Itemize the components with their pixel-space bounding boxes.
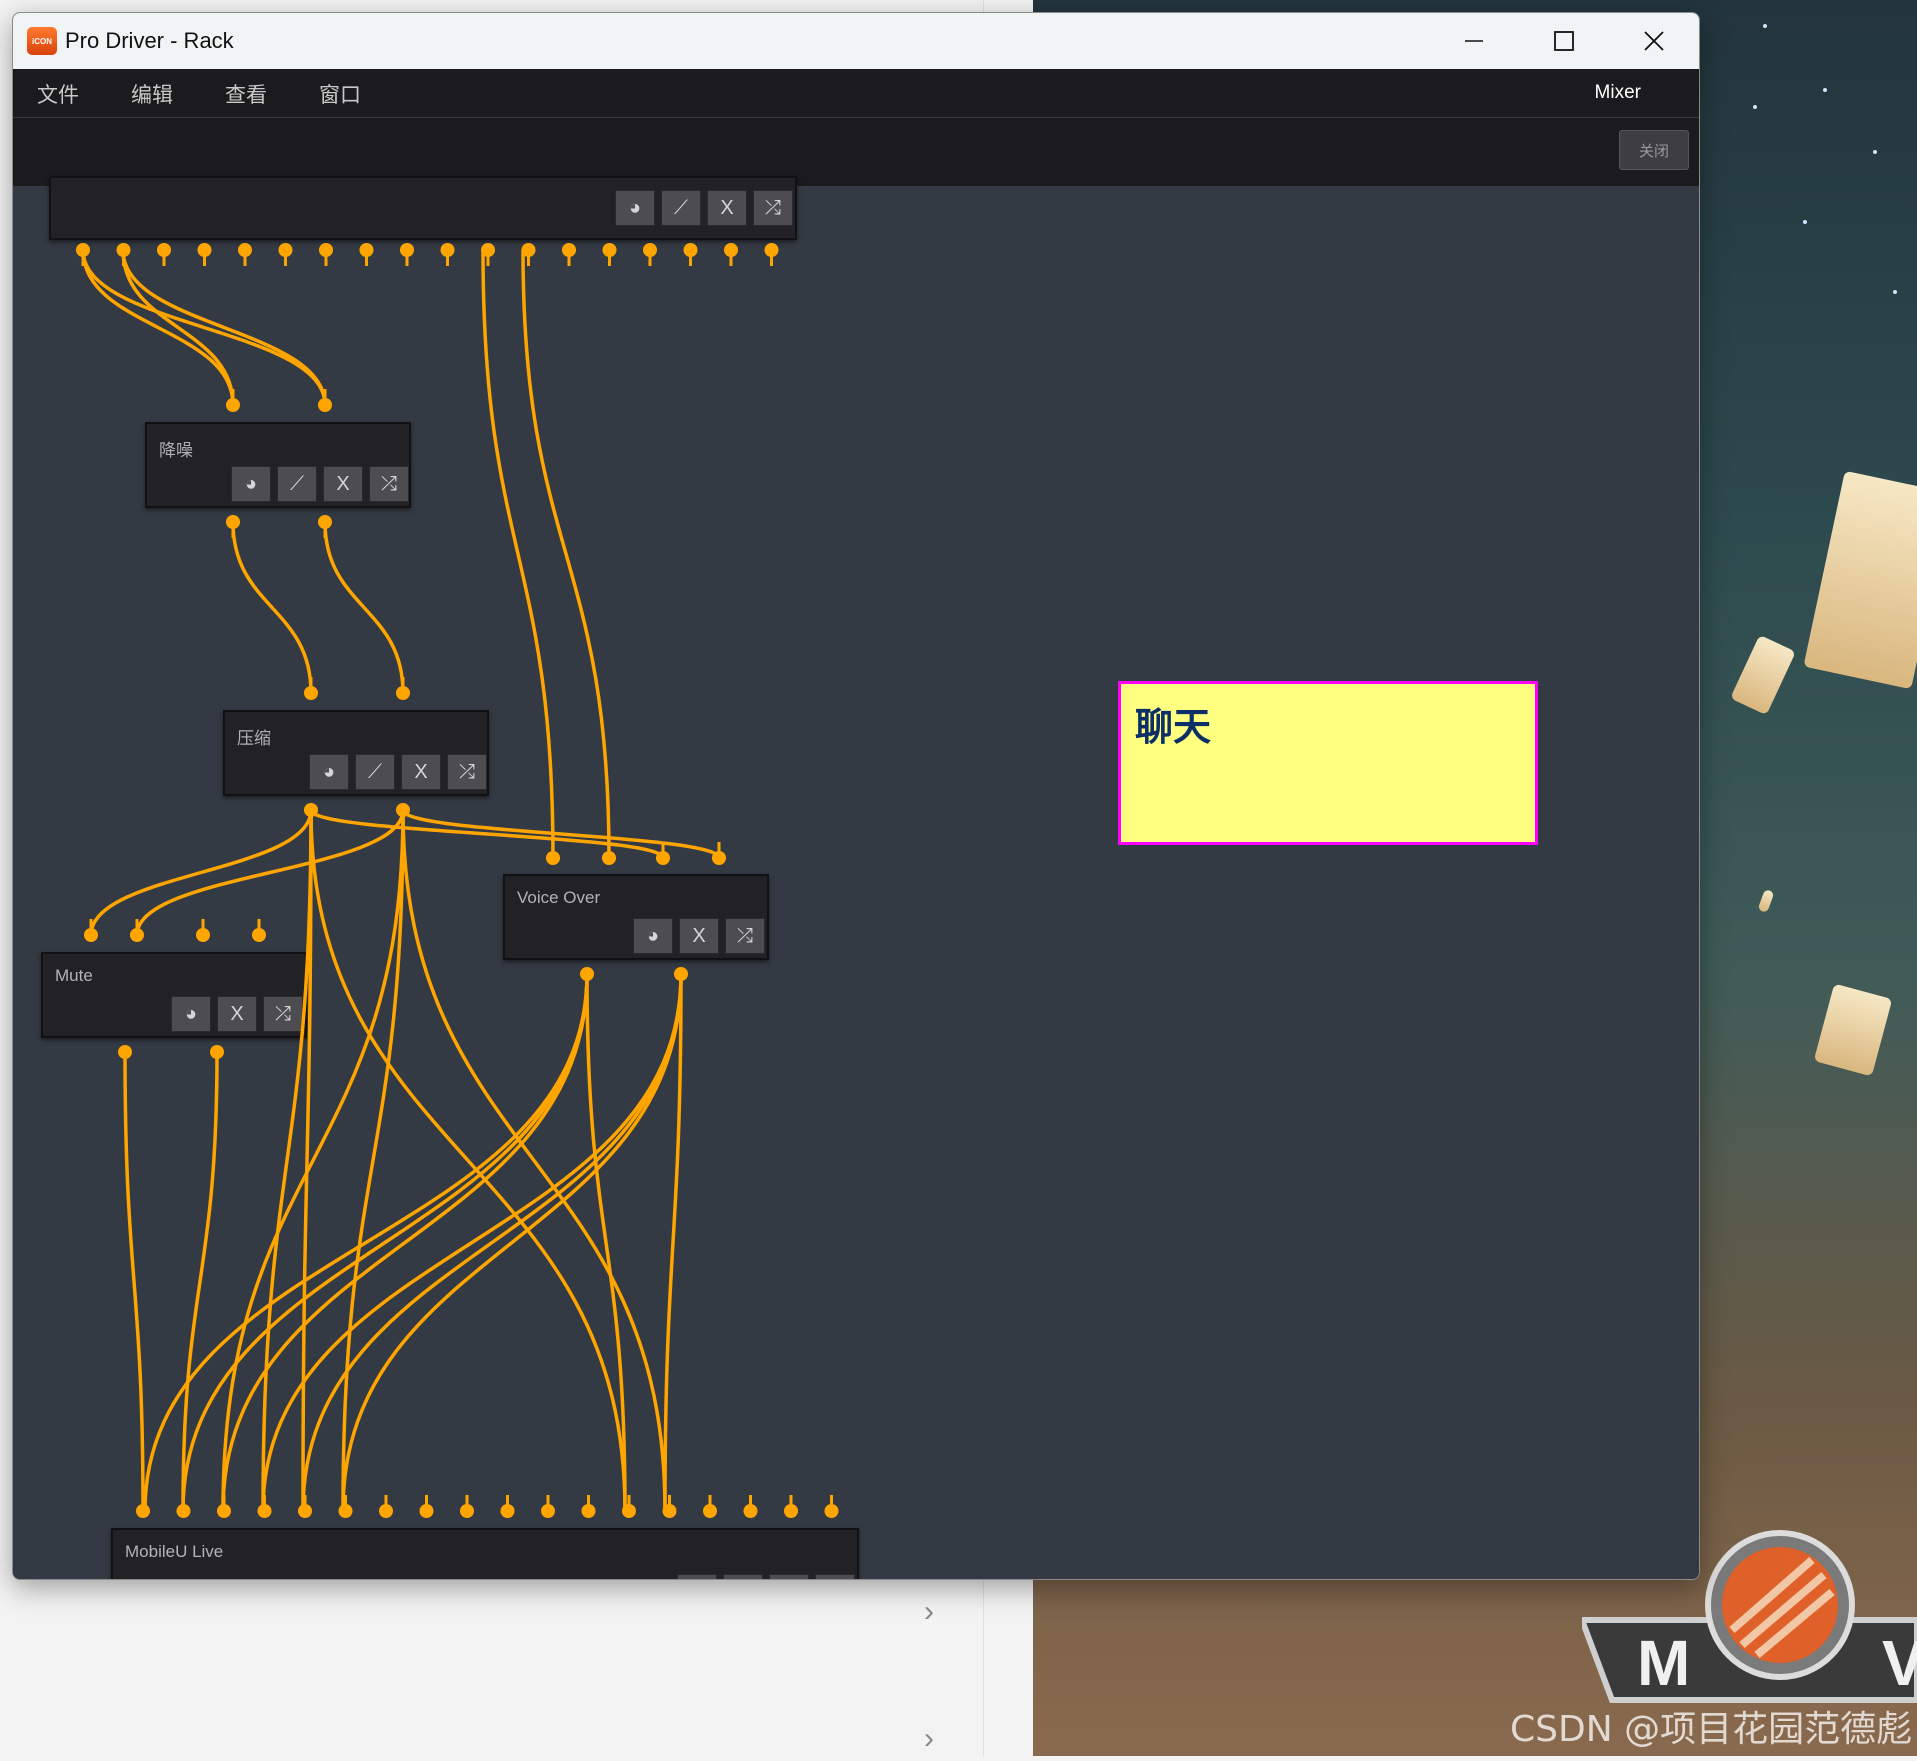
menu-window[interactable]: 窗口 [319, 79, 361, 109]
port-jack[interactable] [304, 677, 318, 700]
pro-driver-rack-window: iCON Pro Driver - Rack 文件 编辑 查看 窗口 Mixer… [12, 12, 1700, 1580]
port-jack[interactable] [116, 243, 131, 266]
minimize-button[interactable] [1429, 13, 1519, 69]
port-jack[interactable] [724, 243, 738, 266]
audio-cable[interactable] [309, 809, 627, 1512]
chat-note-title: 聊天 [1135, 705, 1212, 749]
port-jack[interactable] [500, 1495, 515, 1518]
audio-cable[interactable] [221, 809, 405, 1512]
maximize-button[interactable] [1519, 13, 1609, 69]
port-jack[interactable] [359, 243, 374, 266]
port-jack[interactable] [176, 1495, 191, 1518]
port-jack[interactable] [581, 1495, 596, 1518]
port-jack[interactable] [278, 243, 293, 266]
port-jack[interactable] [157, 243, 171, 266]
port-jack[interactable] [460, 1495, 474, 1518]
port-jack[interactable] [252, 919, 266, 942]
port-jack[interactable] [217, 1495, 231, 1518]
lantern-image [1813, 983, 1893, 1077]
lantern-image [1803, 470, 1917, 690]
audio-cable[interactable] [341, 973, 683, 1512]
audio-cable[interactable] [123, 1051, 145, 1512]
audio-cable[interactable] [521, 249, 611, 859]
port-jack[interactable] [226, 515, 240, 538]
close-icon [1644, 31, 1664, 51]
menu-view[interactable]: 查看 [225, 79, 267, 109]
chat-note[interactable]: 聊天 [1118, 681, 1538, 845]
port-jack[interactable] [318, 389, 332, 412]
audio-cable[interactable] [181, 1051, 219, 1512]
audio-cable[interactable] [135, 809, 405, 936]
port-jack[interactable] [546, 842, 560, 865]
port-jack[interactable] [379, 1495, 393, 1518]
window-title: Pro Driver - Rack [65, 28, 234, 53]
port-jack[interactable] [226, 389, 240, 412]
port-jack[interactable] [703, 1495, 717, 1518]
port-jack[interactable] [656, 842, 670, 865]
audio-cable[interactable] [81, 249, 235, 406]
port-jack[interactable] [562, 243, 576, 266]
port-jack[interactable] [712, 842, 726, 865]
audio-cable[interactable] [231, 521, 313, 694]
audio-cable[interactable] [121, 249, 235, 406]
port-jack[interactable] [238, 243, 252, 266]
rack-canvas[interactable]: ◕ ⟋ X ⤮ 降噪 ◕ ⟋ X ⤮ 压缩 ◕ ⟋ X ⤮ Voice Over… [13, 176, 1699, 1579]
maximize-icon [1554, 31, 1574, 51]
port-jack[interactable] [257, 1495, 272, 1518]
chevron-right-icon[interactable]: › [924, 1722, 934, 1756]
chevron-right-icon[interactable]: › [924, 1595, 934, 1629]
port-jack[interactable] [784, 1495, 798, 1518]
audio-cable[interactable] [323, 521, 405, 694]
port-jack[interactable] [210, 1045, 224, 1068]
port-jack[interactable] [602, 243, 617, 266]
lantern-image [1757, 888, 1775, 914]
port-jack[interactable] [118, 1045, 132, 1068]
port-jack[interactable] [580, 967, 594, 990]
mixer-tab[interactable]: Mixer [1595, 82, 1641, 104]
menu-bar: 文件 编辑 查看 窗口 Mixer [13, 69, 1699, 118]
port-jack[interactable] [197, 243, 212, 266]
port-jack[interactable] [764, 243, 779, 266]
port-jack[interactable] [541, 1495, 555, 1518]
logo-letter-v: V [1882, 1627, 1917, 1699]
cable-layer[interactable] [13, 186, 1699, 1579]
audio-cable[interactable] [341, 809, 405, 1512]
port-jack[interactable] [683, 243, 698, 266]
menu-file[interactable]: 文件 [37, 79, 79, 109]
logo-letter-m: M [1637, 1627, 1690, 1699]
audio-cable[interactable] [89, 809, 313, 936]
close-rack-button[interactable]: 关闭 [1619, 130, 1689, 170]
audio-cable[interactable] [401, 809, 667, 1512]
port-jack[interactable] [76, 243, 90, 266]
port-jack[interactable] [318, 515, 332, 538]
port-jack[interactable] [319, 243, 333, 266]
port-jack[interactable] [643, 243, 657, 266]
minimize-icon [1465, 40, 1483, 42]
port-jack[interactable] [338, 1495, 353, 1518]
app-icon: iCON [27, 27, 57, 55]
audio-cable[interactable] [181, 973, 589, 1512]
port-jack[interactable] [136, 1495, 150, 1518]
audio-cable[interactable] [81, 249, 327, 406]
lantern-image [1730, 634, 1796, 716]
port-jack[interactable] [743, 1495, 758, 1518]
audio-cable[interactable] [481, 249, 555, 859]
port-jack[interactable] [196, 919, 210, 942]
port-jack[interactable] [298, 1495, 312, 1518]
watermark-text: CSDN @项目花园范德彪 [1510, 1709, 1913, 1750]
port-jack[interactable] [419, 1495, 434, 1518]
port-jack[interactable] [674, 967, 688, 990]
audio-cable[interactable] [121, 249, 327, 406]
port-jack[interactable] [400, 243, 414, 266]
port-jack[interactable] [440, 243, 455, 266]
port-jack[interactable] [396, 677, 410, 700]
title-bar[interactable]: iCON Pro Driver - Rack [13, 13, 1699, 69]
menu-edit[interactable]: 编辑 [131, 79, 173, 109]
port-jack[interactable] [824, 1495, 839, 1518]
close-window-button[interactable] [1609, 13, 1699, 69]
audio-cable[interactable] [401, 809, 721, 859]
